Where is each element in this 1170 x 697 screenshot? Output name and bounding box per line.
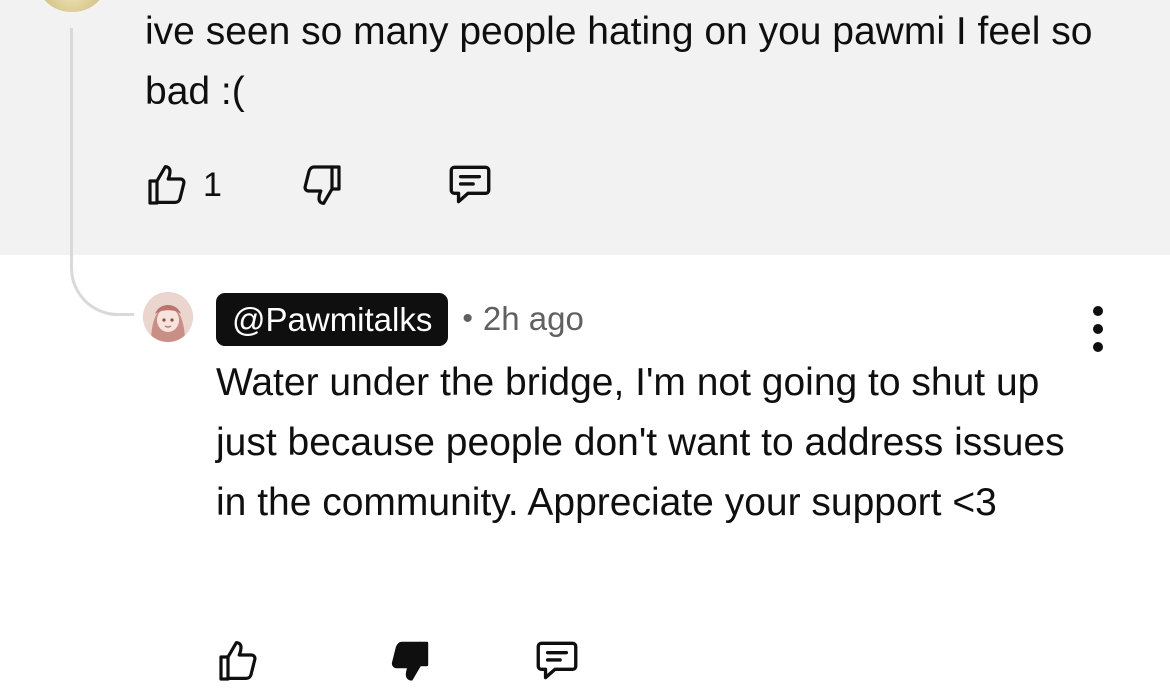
reply-comment-text: Water under the bridge, I'm not going to… <box>216 361 1065 524</box>
more-vertical-icon-dot <box>1093 342 1103 352</box>
reply-header: @Pawmitalks • 2h ago <box>216 292 584 346</box>
comment-thread: ive seen so many people hating on you pa… <box>0 0 1170 697</box>
thumbs-up-outline-icon <box>219 641 257 681</box>
parent-comment: ive seen so many people hating on you pa… <box>0 0 1170 255</box>
parent-comment-text: ive seen so many people hating on you pa… <box>145 10 1093 113</box>
parent-comment-actions: 1 <box>143 158 496 212</box>
thread-connector-line <box>70 28 134 316</box>
more-vertical-icon-dot <box>1093 324 1103 334</box>
like-button[interactable]: 1 <box>143 160 222 210</box>
thumbs-up-outline-icon <box>148 165 186 205</box>
thumbs-down-filled-icon <box>391 641 429 681</box>
reply-avatar[interactable] <box>143 292 193 342</box>
reply-comment-icon <box>449 165 491 204</box>
reply-like-button[interactable] <box>214 636 262 686</box>
channel-handle-badge[interactable]: @Pawmitalks <box>216 292 449 346</box>
dislike-button[interactable] <box>298 160 346 210</box>
separator-dot: • <box>462 302 473 335</box>
avatar-image <box>143 292 193 342</box>
more-options-button[interactable] <box>1080 306 1116 352</box>
reply-dislike-button[interactable] <box>386 636 434 686</box>
parent-avatar[interactable] <box>40 0 104 12</box>
reply-comment-icon <box>536 641 578 680</box>
reply-button[interactable] <box>444 160 496 210</box>
thumbs-down-outline-icon <box>303 165 341 205</box>
reply-reply-button[interactable] <box>531 636 583 686</box>
like-count: 1 <box>203 165 222 204</box>
reply-comment-actions <box>214 634 583 688</box>
reply-timestamp: 2h ago <box>482 300 584 337</box>
more-vertical-icon-dot <box>1093 306 1103 316</box>
